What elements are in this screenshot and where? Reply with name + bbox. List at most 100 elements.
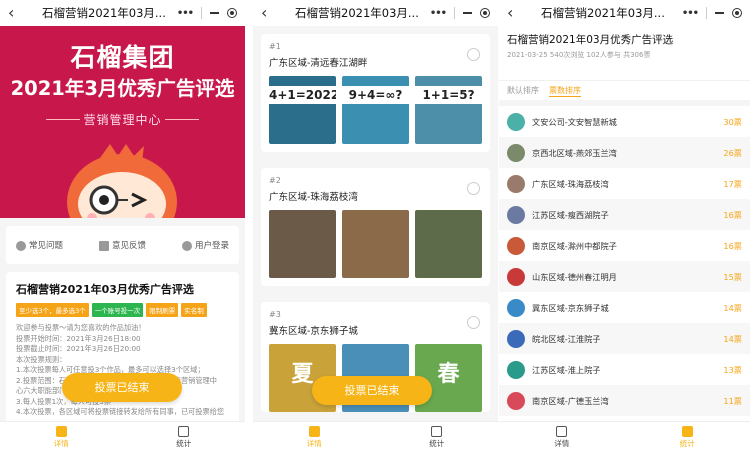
ranking-row[interactable]: 皖北区域-江淮院子 14票: [499, 323, 750, 354]
close-icon[interactable]: [732, 8, 742, 18]
ranking-row[interactable]: 南京区域-滁州中都院子 16票: [499, 230, 750, 261]
sort-tabs: 默认排序 票数排序: [499, 80, 750, 100]
back-icon[interactable]: ‹: [507, 5, 521, 21]
intro-title: 石榴营销2021年03月优秀广告评选: [16, 283, 194, 296]
ad-thumbnail[interactable]: 1+1=5?: [415, 76, 482, 144]
window-title: 石榴营销2021年03月...: [295, 6, 419, 20]
quick-links: 常见问题 意见反馈 用户登录: [6, 226, 239, 264]
vote-count: 16票: [723, 240, 742, 251]
ad-thumbnail[interactable]: [269, 210, 336, 278]
project-avatar: [507, 143, 525, 162]
user-icon: [181, 240, 192, 251]
candidate-number: #3: [269, 310, 281, 319]
feedback-link[interactable]: 意见反馈: [98, 239, 146, 251]
project-name: 南京区域-广德玉兰湾: [532, 395, 609, 406]
login-link[interactable]: 用户登录: [181, 239, 229, 251]
project-name: 皖北区域-江淮院子: [532, 333, 601, 344]
project-avatar: [507, 236, 525, 255]
project-avatar: [507, 298, 525, 317]
faq-link[interactable]: 常见问题: [16, 239, 63, 251]
minimize-icon[interactable]: [463, 12, 472, 14]
select-radio[interactable]: [467, 48, 480, 61]
ranking-row[interactable]: 京西北区域-燕郊玉兰湾 26票: [499, 137, 750, 168]
select-radio[interactable]: [467, 182, 480, 195]
title-bar: ‹ 石榴营销2021年03月... •••: [253, 0, 498, 26]
project-name: 山东区域-德州春江明月: [532, 271, 617, 282]
close-icon[interactable]: [227, 8, 237, 18]
more-icon[interactable]: •••: [177, 8, 194, 19]
project-name: 京西北区域-燕郊玉兰湾: [532, 147, 617, 158]
ad-thumbnail[interactable]: 9+4=∞?: [342, 76, 409, 144]
more-icon[interactable]: •••: [430, 8, 447, 19]
ranking-row[interactable]: 江苏区域-淮上院子 13票: [499, 354, 750, 385]
project-avatar: [507, 391, 525, 410]
ad-thumbnail[interactable]: 4+1=2022?: [269, 76, 336, 144]
tab-stats[interactable]: 统计: [625, 422, 750, 450]
ranking-row[interactable]: 文安公司-文安智慧新城 30票: [499, 106, 750, 137]
minimize-icon[interactable]: [715, 12, 724, 14]
minimize-icon[interactable]: [210, 12, 219, 14]
ad-thumbnail[interactable]: [415, 210, 482, 278]
vote-count: 14票: [723, 302, 742, 313]
vote-ended-button[interactable]: 投票已结束: [62, 373, 182, 402]
title-bar: ‹ 石榴营销2021年03月... •••: [499, 0, 750, 26]
window-title: 石榴营销2021年03月...: [42, 6, 166, 20]
vote-count: 14票: [723, 333, 742, 344]
tab-detail[interactable]: 详情: [499, 422, 625, 450]
stats-title: 石榴营销2021年03月优秀广告评选: [507, 34, 674, 46]
back-icon[interactable]: ‹: [261, 5, 275, 21]
ranking-row[interactable]: 冀东区域-京东狮子城 14票: [499, 292, 750, 323]
question-icon: [16, 240, 26, 251]
rule-tag: 限制刷票: [146, 303, 179, 317]
tab-stats[interactable]: 统计: [123, 422, 246, 450]
candidate-number: #2: [269, 176, 281, 185]
sort-default-tab[interactable]: 默认排序: [507, 85, 539, 96]
rule-tag: 一个账号投一次: [91, 303, 144, 317]
stats-icon: [178, 426, 190, 437]
vote-count: 15票: [723, 271, 742, 282]
close-icon[interactable]: [480, 8, 490, 18]
back-icon[interactable]: ‹: [8, 5, 22, 21]
detail-icon: [55, 426, 67, 437]
stats-icon: [431, 426, 443, 437]
select-radio[interactable]: [467, 316, 480, 329]
vote-count: 26票: [723, 147, 742, 158]
vote-count: 11票: [723, 395, 742, 406]
sort-votes-tab[interactable]: 票数排序: [549, 85, 581, 97]
tab-stats[interactable]: 统计: [376, 422, 499, 450]
ranking-row[interactable]: 南京区域-广德玉兰湾 11票: [499, 385, 750, 416]
event-banner: 石榴集团 2021年3月优秀广告评选 营销管理中心: [0, 26, 245, 218]
feedback-icon: [98, 240, 109, 251]
project-name: 江苏区域-淮上院子: [532, 364, 601, 375]
vote-count: 30票: [723, 116, 742, 127]
stats-icon: [681, 426, 693, 437]
candidate-name: 冀东区域-京东狮子城: [269, 326, 358, 337]
rule-tag: 实名制: [181, 303, 207, 317]
detail-panel: ‹ 石榴营销2021年03月... ••• 石榴集团 2021年3月优秀广告评选…: [0, 0, 245, 450]
ad-thumbnail[interactable]: [342, 210, 409, 278]
vote-count: 16票: [723, 209, 742, 220]
department: 营销管理中心: [83, 113, 162, 127]
tab-bar: 详情 统计: [253, 421, 498, 450]
title-bar: ‹ 石榴营销2021年03月... •••: [0, 0, 245, 26]
window-title: 石榴营销2021年03月...: [541, 6, 665, 20]
detail-icon: [308, 426, 320, 437]
vote-list-panel: ‹ 石榴营销2021年03月... ••• #1 广东区域-清远春江湖畔 4+1…: [253, 0, 498, 450]
project-name: 冀东区域-京东狮子城: [532, 302, 609, 313]
ranking-row[interactable]: 广东区域-珠海荔枝湾 17票: [499, 168, 750, 199]
project-name: 南京区域-滁州中都院子: [532, 240, 617, 251]
candidate-name: 广东区域-清远春江湖畔: [269, 58, 368, 69]
ranking-row[interactable]: 山东区域-德州春江明月 15票: [499, 261, 750, 292]
pomegranate-mascot-icon: [67, 144, 177, 218]
tab-detail[interactable]: 详情: [0, 422, 123, 450]
candidate-name: 广东区域-珠海荔枝湾: [269, 192, 358, 203]
vote-ended-button[interactable]: 投票已结束: [312, 376, 432, 405]
ranking-list: 文安公司-文安智慧新城 30票京西北区域-燕郊玉兰湾 26票广东区域-珠海荔枝湾 17…: [499, 106, 750, 447]
candidate-number: #1: [269, 42, 281, 51]
candidate-item[interactable]: #2 广东区域-珠海荔枝湾: [261, 168, 490, 286]
more-icon[interactable]: •••: [682, 8, 699, 19]
ranking-row[interactable]: 江苏区域-瘦西湖院子 16票: [499, 199, 750, 230]
candidate-item[interactable]: #1 广东区域-清远春江湖畔 4+1=2022? 9+4=∞? 1+1=5?: [261, 34, 490, 152]
project-avatar: [507, 360, 525, 379]
tab-detail[interactable]: 详情: [253, 422, 376, 450]
